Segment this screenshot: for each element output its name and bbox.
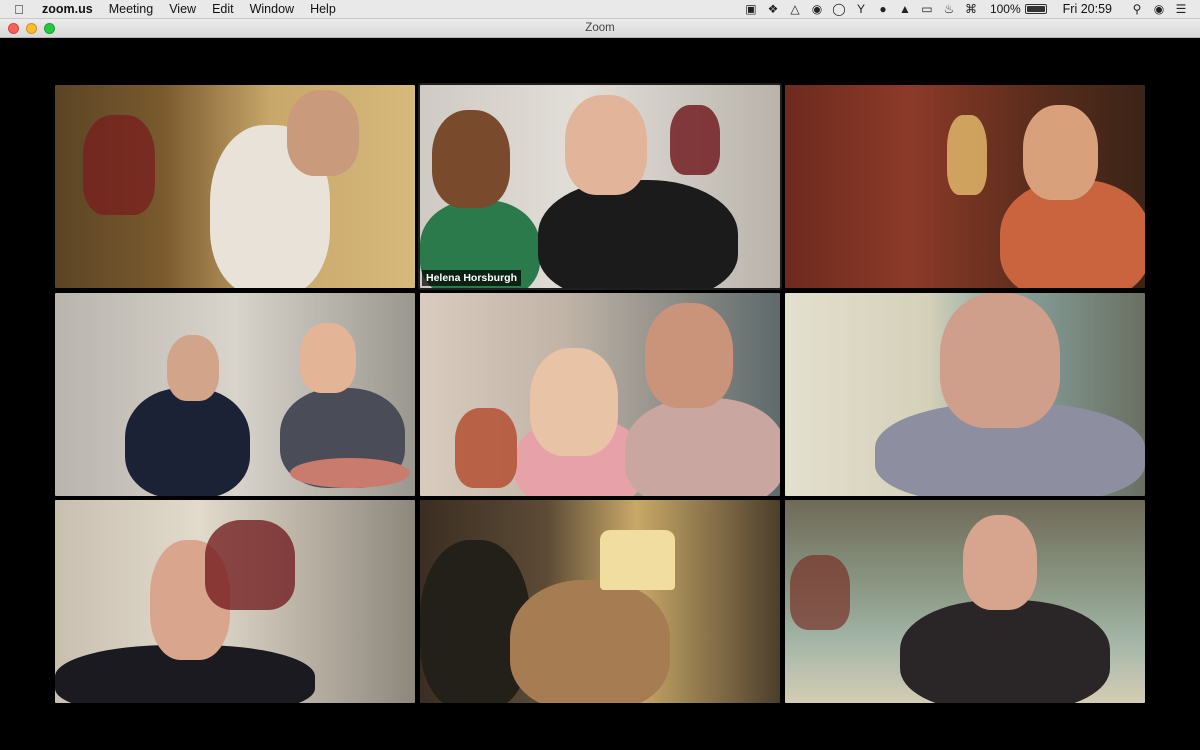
1password-icon[interactable]: ◯ (828, 2, 850, 16)
menu-clock[interactable]: Fri 20:59 (1057, 2, 1126, 16)
alfred-icon[interactable]: ▲ (894, 2, 916, 16)
video-tile[interactable]: Helena Horsburgh (418, 83, 782, 290)
menu-view[interactable]: View (161, 2, 204, 16)
window-title-bar[interactable]: Zoom (0, 19, 1200, 38)
chrome-icon[interactable]: ◉ (806, 2, 828, 16)
participant-figure (538, 180, 738, 288)
video-tile[interactable] (785, 85, 1145, 288)
drive-icon[interactable]: △ (784, 2, 806, 16)
menu-help[interactable]: Help (302, 2, 344, 16)
bowl (290, 458, 410, 488)
wine-glass (670, 105, 720, 175)
gallery-view: Helena Horsburgh (0, 38, 1200, 750)
menu-window[interactable]: Window (242, 2, 302, 16)
spotlight-search-icon[interactable]: ⚲ (1126, 2, 1148, 16)
video-tile[interactable] (55, 500, 415, 703)
participant-face (300, 323, 356, 393)
menu-edit[interactable]: Edit (204, 2, 242, 16)
battery-level-fill (1026, 6, 1045, 12)
siri-icon[interactable]: ◉ (1148, 2, 1170, 16)
wine-glass (83, 115, 155, 215)
volume-icon[interactable]: ♨ (938, 2, 960, 16)
lamp (600, 530, 675, 590)
participant-figure (900, 600, 1110, 703)
video-tile[interactable] (785, 293, 1145, 496)
menu-bar:  zoom.us Meeting View Edit Window Help … (0, 0, 1200, 19)
ycombinator-icon[interactable]: Y (850, 2, 872, 16)
video-tile[interactable] (55, 85, 415, 288)
participant-face (530, 348, 618, 456)
apple-icon[interactable]:  (0, 2, 38, 17)
participant-face (940, 293, 1060, 428)
teams-icon[interactable]: ● (872, 2, 894, 16)
airplay-icon[interactable]: ▭ (916, 2, 938, 16)
participant-face (963, 515, 1037, 610)
video-tile[interactable] (420, 293, 780, 496)
wine-glass (205, 520, 295, 610)
window-title: Zoom (585, 22, 615, 34)
window-maximize-button[interactable] (44, 23, 55, 34)
drink-glass (790, 555, 850, 630)
menu-meeting[interactable]: Meeting (101, 2, 161, 16)
participant-figure (125, 388, 250, 496)
participant-face (432, 110, 510, 208)
participant-figure (625, 398, 780, 496)
participant-figure (510, 580, 670, 703)
video-tile[interactable] (420, 500, 780, 703)
window-minimize-button[interactable] (26, 23, 37, 34)
participant-face (1023, 105, 1098, 200)
participant-face (565, 95, 647, 195)
participant-face (167, 335, 219, 401)
wifi-icon[interactable]: ⌘ (960, 2, 982, 16)
participant-face (287, 90, 359, 176)
video-tile[interactable] (785, 500, 1145, 703)
dropbox-icon[interactable]: ❖ (762, 2, 784, 16)
participant-name-label: Helena Horsburgh (422, 270, 522, 286)
battery-percent: 100% (989, 2, 1021, 16)
video-tile[interactable] (55, 293, 415, 496)
battery-icon[interactable] (1024, 4, 1047, 14)
drink-glass (455, 408, 517, 488)
window-close-button[interactable] (8, 23, 19, 34)
beer-glass (947, 115, 987, 195)
participant-face (645, 303, 733, 408)
menu-app-name[interactable]: zoom.us (38, 2, 101, 16)
zoom-icon[interactable]: ▣ (740, 2, 762, 16)
notification-center-icon[interactable]: ☰ (1170, 2, 1192, 16)
